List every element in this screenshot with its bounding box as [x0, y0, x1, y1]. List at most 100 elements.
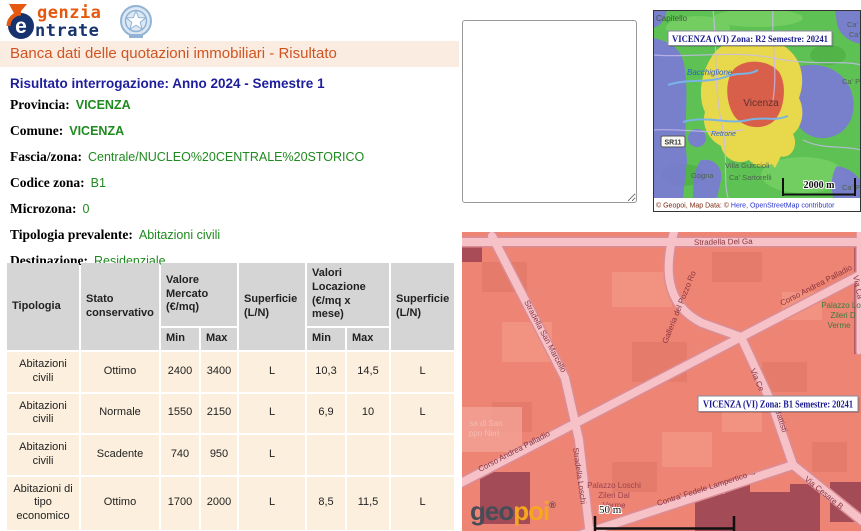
cell-stato: Ottimo — [81, 477, 159, 530]
field-label: Tipologia prevalente: — [10, 227, 133, 242]
quotations-table: Tipologia Stato conservativo Valore Merc… — [5, 261, 456, 531]
agenzia-entrate-logo: e genzia ntrate — [6, 3, 154, 41]
cell-superficie-2: L — [391, 394, 454, 434]
cell-superficie-1: L — [239, 352, 305, 392]
cell-mercato-max: 3400 — [201, 352, 237, 392]
place-label-ca-po: Ca' Po — [842, 183, 861, 192]
cell-mercato-max: 2150 — [201, 394, 237, 434]
field-value: VICENZA — [69, 124, 124, 138]
place-label-gogna: Gogna — [691, 171, 714, 180]
zone-overview-map[interactable]: Capitello Ca' Ca' Ca' P Bacchiglione Ret… — [653, 10, 861, 212]
logo-word-ntrate: ntrate — [35, 21, 99, 41]
col-header-superficie-2: Superficie (L/N) — [391, 263, 454, 350]
field-label: Comune: — [10, 123, 63, 138]
cell-superficie-1: L — [239, 435, 305, 475]
col-header-min-locazione: Min — [307, 328, 345, 350]
river-label-retrone: Retrone — [711, 131, 736, 138]
poi-label-san-neri: ppo Neri — [469, 429, 499, 438]
result-fields: Provincia: VICENZA Comune: VICENZA Fascia/… — [10, 97, 455, 279]
place-label-ca-sartorelli: Ca' Sartorelli — [729, 173, 772, 182]
cell-mercato-max: 2000 — [201, 477, 237, 530]
attribution-link-osm[interactable]: OpenStreetMap contributor — [750, 203, 835, 210]
field-fascia-zona: Fascia/zona:Centrale/NUCLEO%20CENTRALE%2… — [10, 149, 455, 165]
road-badge-sr11: SR11 — [661, 136, 685, 147]
col-header-tipologia: Tipologia — [7, 263, 79, 350]
col-header-valori-locazione: Valori Locazione (€/mq x mese) — [307, 263, 389, 326]
svg-text:geopoi®: geopoi® — [470, 496, 556, 526]
logo-e-glyph: e — [15, 15, 27, 38]
table-row: Abitazioni civili Scadente 740 950 L — [7, 435, 454, 475]
page-title-bar: Banca dati delle quotazioni immobiliari … — [0, 41, 459, 67]
cell-mercato-min: 2400 — [161, 352, 199, 392]
zone-label-box: VICENZA (VI) Zona: R2 Semestre: 20241 — [668, 31, 834, 47]
attribution-text: © Geopoi, Map Data: © — [656, 202, 731, 210]
page-title: Banca dati delle quotazioni immobiliari … — [10, 45, 337, 62]
cell-locazione-min — [307, 435, 345, 475]
cell-mercato-min: 1550 — [161, 394, 199, 434]
poi-label-palazzo-red: Palazzo Loschi — [587, 481, 641, 490]
italy-emblem-icon — [118, 3, 154, 41]
river-label-bacchiglione: Bacchiglione — [687, 68, 733, 77]
field-value: Abitazioni civili — [139, 228, 220, 242]
poi-label-palazzo-green: Zileri D — [830, 311, 856, 320]
field-label: Codice zona: — [10, 175, 85, 190]
cell-tipologia: Abitazioni di tipo economico — [7, 477, 79, 530]
field-provincia: Provincia: VICENZA — [10, 97, 455, 113]
col-header-stato: Stato conservativo — [81, 263, 159, 350]
field-value: B1 — [91, 176, 106, 190]
poi-label-palazzo-green: Palazzo Lo — [821, 301, 861, 310]
place-label-ca: Ca' — [847, 20, 859, 29]
col-header-valore-mercato: Valore Mercato (€/mq) — [161, 263, 237, 326]
cell-locazione-max: 14,5 — [347, 352, 389, 392]
field-value: 0 — [82, 202, 89, 216]
place-label-capitello: Capitello — [656, 14, 688, 23]
cell-locazione-max: 10 — [347, 394, 389, 434]
cell-stato: Normale — [81, 394, 159, 434]
field-comune: Comune: VICENZA — [10, 123, 455, 139]
col-header-max-mercato: Max — [201, 328, 237, 350]
cell-mercato-min: 740 — [161, 435, 199, 475]
cell-tipologia: Abitazioni civili — [7, 435, 79, 475]
cell-tipologia: Abitazioni civili — [7, 352, 79, 392]
logo-word-genzia: genzia — [37, 3, 101, 23]
field-microzona: Microzona: 0 — [10, 201, 455, 217]
field-label: Microzona: — [10, 201, 76, 216]
place-label-ca-p: Ca' P — [842, 77, 860, 86]
field-label: Provincia: — [10, 97, 70, 112]
cell-locazione-max — [347, 435, 389, 475]
svg-text:2000 m: 2000 m — [804, 180, 836, 191]
city-label-vicenza: Vicenza — [743, 98, 779, 109]
poi-label-palazzo-green: Verme — [827, 321, 851, 330]
svg-text:50 m: 50 m — [599, 504, 622, 516]
cell-superficie-2: L — [391, 352, 454, 392]
svg-text:SR11: SR11 — [664, 140, 681, 147]
field-value: Centrale/NUCLEO%20CENTRALE%20STORICO — [88, 150, 364, 164]
poi-label-san-neri: sa di San — [469, 419, 502, 428]
agenzia-entrate-logo-mark: e genzia ntrate — [6, 3, 114, 41]
cell-mercato-max: 950 — [201, 435, 237, 475]
place-label-villa-guiccioli: Villa Guiccioli — [725, 161, 770, 170]
attribution-link-here[interactable]: Here — [731, 203, 746, 210]
notes-textarea[interactable] — [462, 20, 637, 203]
cell-superficie-1: L — [239, 477, 305, 530]
cell-tipologia: Abitazioni civili — [7, 394, 79, 434]
field-tipologia-prevalente: Tipologia prevalente: Abitazioni civili — [10, 227, 455, 243]
geopoi-logo: geopoi® — [470, 496, 556, 526]
cell-stato: Scadente — [81, 435, 159, 475]
poi-label-palazzo-red: Zileri Dal — [598, 491, 630, 500]
zone-detail-map[interactable]: Stradella Del Ga Stradella San Marcello … — [462, 232, 861, 531]
col-header-max-locazione: Max — [347, 328, 389, 350]
table-row: Abitazioni di tipo economico Ottimo 1700… — [7, 477, 454, 530]
map-attribution: © Geopoi, Map Data: © Here, OpenStreetMa… — [653, 198, 861, 212]
col-header-min-mercato: Min — [161, 328, 199, 350]
zone-label-box: VICENZA (VI) Zona: B1 Semestre: 20241 — [698, 396, 860, 413]
place-label-ca: Ca' — [849, 30, 861, 39]
cell-superficie-2 — [391, 435, 454, 475]
cell-locazione-max: 11,5 — [347, 477, 389, 530]
field-codice-zona: Codice zona: B1 — [10, 175, 455, 191]
svg-text:© Geopoi, Map Data: © Here, Op: © Geopoi, Map Data: © Here, OpenStreetMa… — [656, 202, 835, 210]
svg-text:VICENZA (VI) Zona: B1 Semestre: VICENZA (VI) Zona: B1 Semestre: 20241 — [703, 400, 853, 411]
field-value: VICENZA — [76, 98, 131, 112]
street-label: Stradella Del Ga — [694, 237, 753, 247]
geopoi-logo-geo: geo — [470, 496, 513, 526]
